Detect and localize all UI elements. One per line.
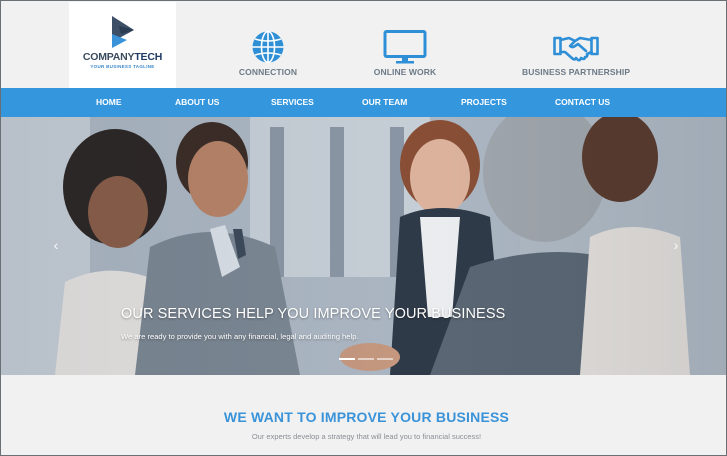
brand-name-part2: TECH [134,51,163,63]
site-header: COMPANYTECH YOUR BUSINESS TAGLINE CONNEC… [0,0,727,88]
feature-label: CONNECTION [238,67,298,77]
brand-name: COMPANYTECH [69,51,176,63]
feature-business-partnership: BUSINESS PARTNERSHIP [522,30,630,80]
main-nav: HOME ABOUT US SERVICES OUR TEAM PROJECTS… [0,88,727,117]
chevron-left-icon[interactable]: ‹ [49,238,63,252]
slider-dot-2[interactable] [358,358,374,360]
nav-item-about-us[interactable]: ABOUT US [175,88,219,117]
slider-dot-1[interactable] [339,358,355,360]
hero-slider: OUR SERVICES HELP YOU IMPROVE YOUR BUSIN… [0,117,727,375]
handshake-icon [553,36,599,62]
nav-item-our-team[interactable]: OUR TEAM [362,88,407,117]
globe-icon [252,30,284,64]
nav-item-contact-us[interactable]: CONTACT US [555,88,610,117]
nav-item-home[interactable]: HOME [96,88,122,117]
monitor-icon [383,30,427,64]
nav-item-services[interactable]: SERVICES [271,88,314,117]
brand-tagline: YOUR BUSINESS TAGLINE [90,64,155,69]
feature-label: ONLINE WORK [373,67,437,77]
hero-overlay [0,117,727,375]
nav-item-projects[interactable]: PROJECTS [461,88,507,117]
hero-subtitle: We are ready to provide you with any fin… [121,332,359,341]
hero-title: OUR SERVICES HELP YOU IMPROVE YOUR BUSIN… [121,306,506,322]
logo[interactable]: COMPANYTECH YOUR BUSINESS TAGLINE [69,2,176,88]
section-title: WE WANT TO IMPROVE YOUR BUSINESS [223,409,510,425]
chevron-right-icon[interactable]: › [669,238,683,252]
brand-name-part1: COMPANY [82,51,135,63]
intro-section: WE WANT TO IMPROVE YOUR BUSINESS Our exp… [0,375,727,456]
slider-dot-3[interactable] [377,358,393,360]
feature-connection: CONNECTION [232,30,304,80]
slider-dots [339,358,395,361]
feature-online-work: ONLINE WORK [368,30,442,80]
feature-label: BUSINESS PARTNERSHIP [522,67,631,77]
logo-mark-icon [112,16,134,48]
section-subtitle: Our experts develop a strategy that will… [251,432,482,441]
